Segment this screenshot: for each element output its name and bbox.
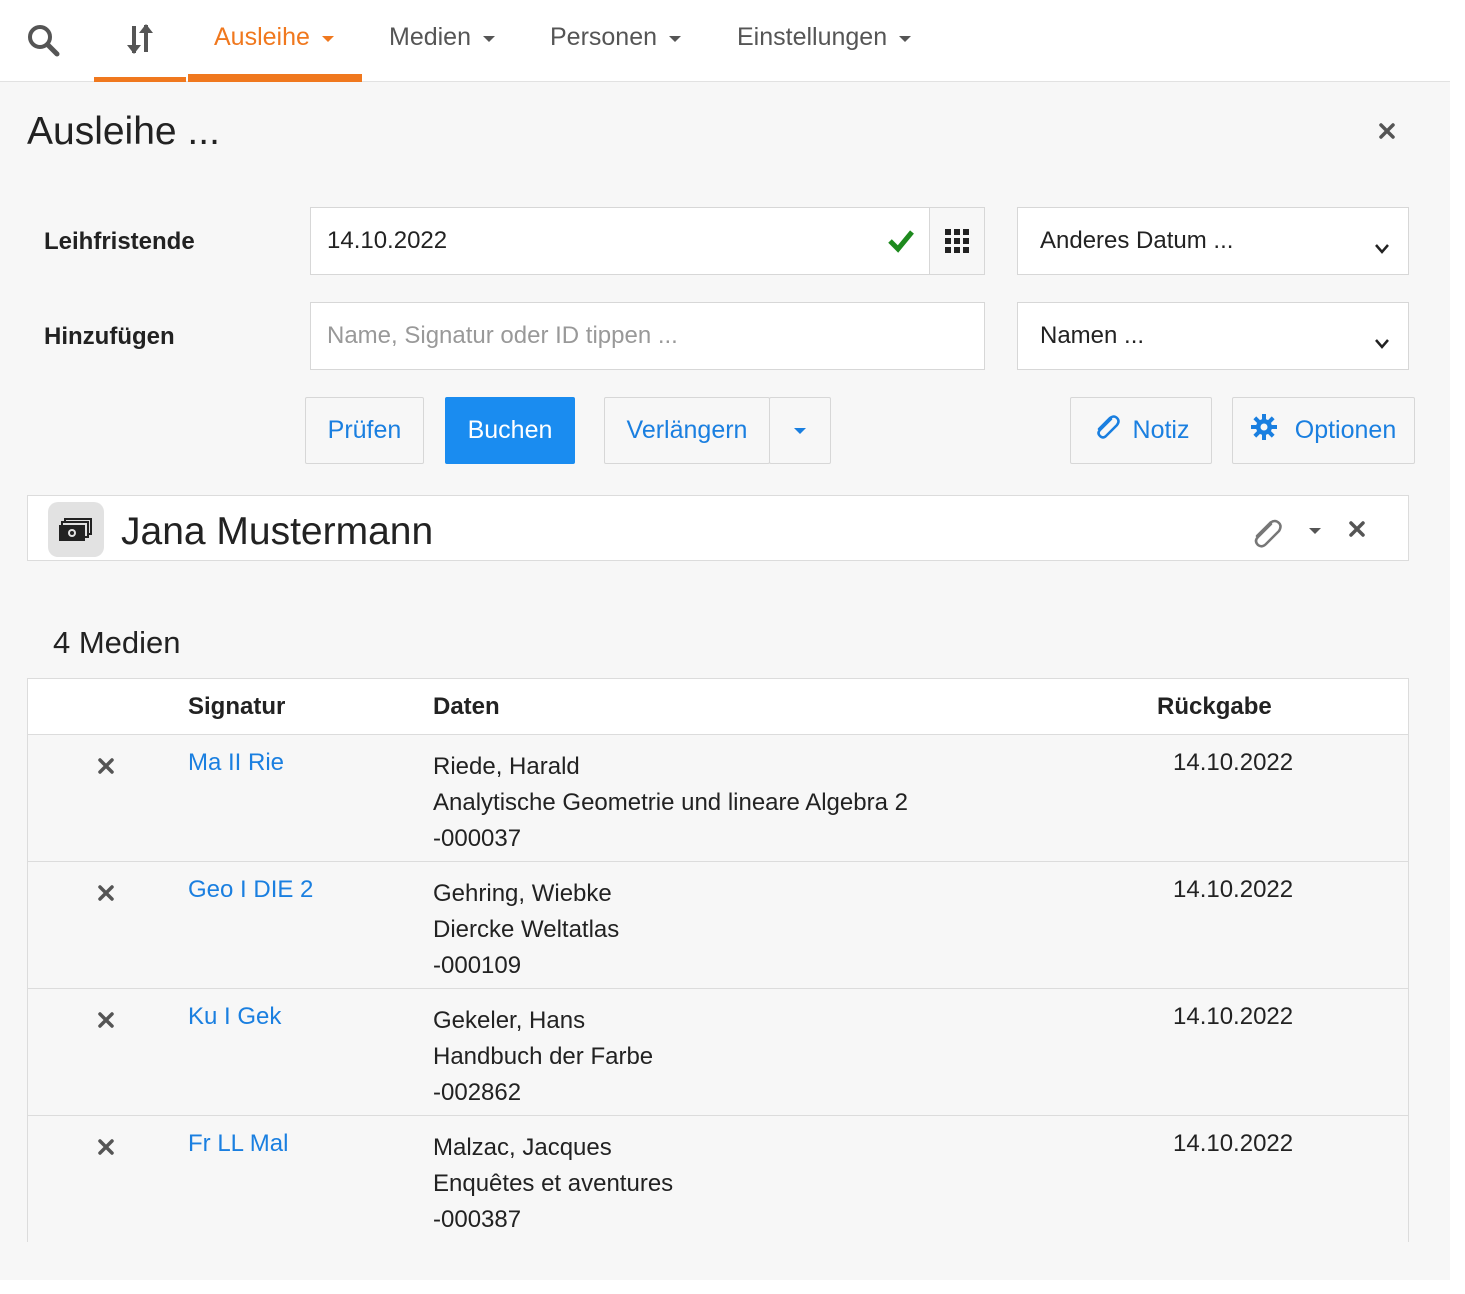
- media-id: -000387: [433, 1206, 522, 1233]
- note-button[interactable]: Notiz: [1070, 397, 1212, 464]
- extend-button[interactable]: Verlängern: [604, 397, 770, 464]
- due-date-select[interactable]: Anderes Datum ...: [1017, 207, 1409, 275]
- calendar-grid-button[interactable]: [929, 207, 985, 275]
- column-header-daten[interactable]: Daten: [433, 693, 500, 721]
- caret-down-icon: [321, 35, 334, 42]
- close-icon[interactable]: [1348, 516, 1366, 542]
- media-title: Handbuch der Farbe: [433, 1043, 654, 1070]
- nav-item-medien[interactable]: Medien: [389, 0, 495, 74]
- nav-item-ausleihe[interactable]: Ausleihe: [214, 0, 334, 74]
- signature-link[interactable]: Ku I Gek: [188, 1003, 281, 1031]
- remove-icon[interactable]: [97, 757, 115, 780]
- extend-dropdown-button[interactable]: [769, 397, 831, 464]
- remove-icon[interactable]: [97, 1138, 115, 1161]
- media-id: -002862: [433, 1079, 522, 1106]
- media-author: Gekeler, Hans: [433, 1007, 586, 1034]
- table-row: Ku I Gek Gekeler, Hans Handbuch der Farb…: [28, 988, 1408, 1115]
- return-date: 14.10.2022: [1173, 1130, 1294, 1157]
- search-mode-value: Namen ...: [1040, 322, 1145, 349]
- caret-down-icon: [899, 35, 912, 42]
- money-icon: [48, 502, 104, 557]
- media-details: Gekeler, Hans Handbuch der Farbe -002862: [433, 1003, 653, 1111]
- media-author: Gehring, Wiebke: [433, 880, 612, 907]
- media-id: -000109: [433, 952, 522, 979]
- media-author: Malzac, Jacques: [433, 1134, 612, 1161]
- remove-icon[interactable]: [97, 1011, 115, 1034]
- page-title: Ausleihe ...: [27, 110, 220, 153]
- caret-down-icon: [483, 35, 495, 42]
- note-button-label: Notiz: [1132, 416, 1190, 444]
- due-date-select-value: Anderes Datum ...: [1040, 227, 1234, 254]
- media-id: -000037: [433, 825, 522, 852]
- media-details: Gehring, Wiebke Diercke Weltatlas -00010…: [433, 876, 619, 984]
- nav-item-personen[interactable]: Personen: [550, 0, 682, 74]
- add-search-input[interactable]: [327, 322, 984, 350]
- check-icon: [887, 228, 915, 261]
- caret-down-icon[interactable]: [1309, 528, 1321, 534]
- due-date-label: Leihfristende: [44, 228, 195, 255]
- media-details: Malzac, Jacques Enquêtes et aventures -0…: [433, 1130, 673, 1238]
- nav-item-label: Einstellungen: [737, 22, 888, 51]
- column-header-rueckgabe[interactable]: Rückgabe: [1157, 693, 1272, 721]
- return-date: 14.10.2022: [1173, 876, 1294, 903]
- nav-item-einstellungen[interactable]: Einstellungen: [737, 0, 912, 74]
- sort-icon[interactable]: [94, 0, 186, 82]
- options-button[interactable]: Optionen: [1232, 397, 1415, 464]
- book-button[interactable]: Buchen: [445, 397, 575, 464]
- media-table: Signatur Daten Rückgabe Ma II Rie Riede,…: [27, 678, 1409, 1242]
- table-row: Fr LL Mal Malzac, Jacques Enquêtes et av…: [28, 1115, 1408, 1242]
- table-row: Ma II Rie Riede, Harald Analytische Geom…: [28, 734, 1408, 861]
- options-button-label: Optionen: [1294, 416, 1397, 444]
- nav-item-label: Personen: [550, 22, 658, 51]
- paperclip-icon[interactable]: [1250, 518, 1284, 553]
- signature-link[interactable]: Ma II Rie: [188, 749, 284, 777]
- add-search-field[interactable]: [310, 302, 985, 370]
- active-tab-indicator: [188, 74, 362, 82]
- caret-down-icon: [669, 35, 682, 42]
- media-details: Riede, Harald Analytische Geometrie und …: [433, 749, 908, 857]
- media-title: Diercke Weltatlas: [433, 916, 620, 943]
- close-icon[interactable]: [1378, 118, 1396, 144]
- return-date: 14.10.2022: [1173, 749, 1294, 776]
- grid-icon: [945, 229, 969, 253]
- paperclip-icon: [1093, 414, 1121, 447]
- add-label: Hinzufügen: [44, 323, 175, 350]
- borrower-name: Jana Mustermann: [121, 510, 434, 553]
- gear-icon: [1250, 414, 1277, 447]
- return-date: 14.10.2022: [1173, 1003, 1294, 1030]
- search-icon[interactable]: [18, 0, 68, 80]
- media-title: Analytische Geometrie und lineare Algebr…: [433, 789, 908, 816]
- chevron-down-icon: [1374, 329, 1390, 357]
- signature-link[interactable]: Geo I DIE 2: [188, 876, 313, 904]
- top-navigation: Ausleihe Medien Personen Einstellungen: [0, 0, 1450, 82]
- remove-icon[interactable]: [97, 884, 115, 907]
- chevron-down-icon: [1374, 234, 1390, 262]
- borrower-card: Jana Mustermann: [27, 495, 1409, 561]
- nav-item-label: Medien: [389, 22, 471, 51]
- table-row: Geo I DIE 2 Gehring, Wiebke Diercke Welt…: [28, 861, 1408, 988]
- due-date-value: 14.10.2022: [327, 227, 448, 254]
- media-count: 4 Medien: [53, 625, 181, 660]
- loan-panel: Ausleihe ... Leihfristende 14.10.2022 An…: [0, 82, 1450, 1280]
- due-date-input[interactable]: 14.10.2022: [310, 207, 930, 275]
- media-author: Riede, Harald: [433, 753, 580, 780]
- media-title: Enquêtes et aventures: [433, 1170, 674, 1197]
- check-button[interactable]: Prüfen: [305, 397, 424, 464]
- signature-link[interactable]: Fr LL Mal: [188, 1130, 288, 1158]
- search-mode-select[interactable]: Namen ...: [1017, 302, 1409, 370]
- nav-item-label: Ausleihe: [214, 22, 310, 51]
- column-header-signatur[interactable]: Signatur: [188, 693, 285, 721]
- caret-down-icon: [794, 427, 806, 434]
